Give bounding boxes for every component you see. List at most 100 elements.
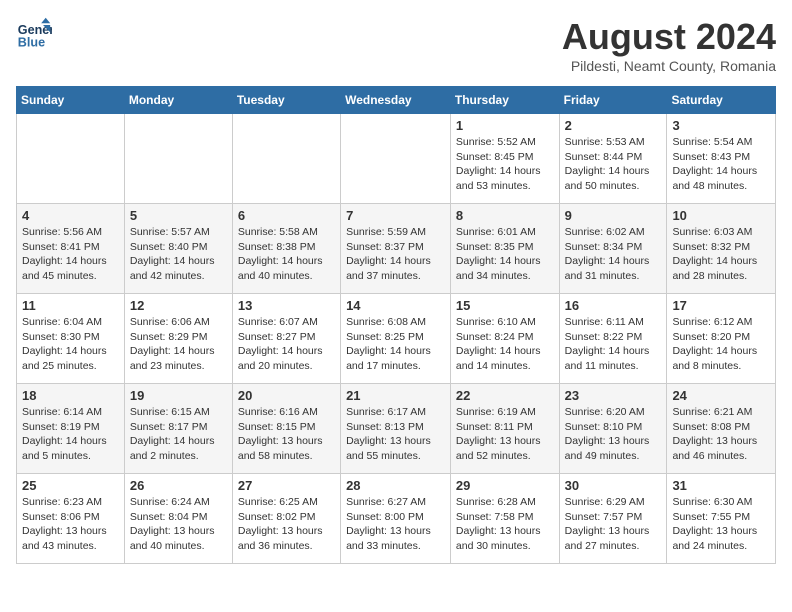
- day-number: 18: [22, 388, 119, 403]
- day-number: 23: [565, 388, 662, 403]
- day-number: 4: [22, 208, 119, 223]
- calendar-cell: 19 Sunrise: 6:15 AM Sunset: 8:17 PM Dayli…: [124, 384, 232, 474]
- calendar-cell: 13 Sunrise: 6:07 AM Sunset: 8:27 PM Dayli…: [232, 294, 340, 384]
- day-info: Sunrise: 6:29 AM Sunset: 7:57 PM Dayligh…: [565, 495, 662, 554]
- day-number: 22: [456, 388, 554, 403]
- day-info: Sunrise: 6:16 AM Sunset: 8:15 PM Dayligh…: [238, 405, 335, 464]
- weekday-header-wednesday: Wednesday: [341, 87, 451, 114]
- weekday-header-monday: Monday: [124, 87, 232, 114]
- day-info: Sunrise: 6:23 AM Sunset: 8:06 PM Dayligh…: [22, 495, 119, 554]
- calendar-cell: 23 Sunrise: 6:20 AM Sunset: 8:10 PM Dayli…: [559, 384, 667, 474]
- day-info: Sunrise: 5:58 AM Sunset: 8:38 PM Dayligh…: [238, 225, 335, 284]
- calendar-cell: 15 Sunrise: 6:10 AM Sunset: 8:24 PM Dayli…: [450, 294, 559, 384]
- calendar-cell: 30 Sunrise: 6:29 AM Sunset: 7:57 PM Dayli…: [559, 474, 667, 564]
- calendar-header: SundayMondayTuesdayWednesdayThursdayFrid…: [17, 87, 776, 114]
- day-info: Sunrise: 5:54 AM Sunset: 8:43 PM Dayligh…: [672, 135, 770, 194]
- calendar-body: 1 Sunrise: 5:52 AM Sunset: 8:45 PM Daylig…: [17, 114, 776, 564]
- calendar-cell: 25 Sunrise: 6:23 AM Sunset: 8:06 PM Dayli…: [17, 474, 125, 564]
- logo: General Blue: [16, 16, 52, 52]
- day-info: Sunrise: 6:28 AM Sunset: 7:58 PM Dayligh…: [456, 495, 554, 554]
- calendar-cell: 11Sunrise: 6:04 AM Sunset: 8:30 PM Dayli…: [17, 294, 125, 384]
- svg-text:Blue: Blue: [18, 36, 45, 50]
- day-number: 11: [22, 298, 119, 313]
- calendar-cell: 2 Sunrise: 5:53 AM Sunset: 8:44 PM Daylig…: [559, 114, 667, 204]
- day-number: 7: [346, 208, 445, 223]
- day-info: Sunrise: 6:01 AM Sunset: 8:35 PM Dayligh…: [456, 225, 554, 284]
- calendar-cell: 26Sunrise: 6:24 AM Sunset: 8:04 PM Dayli…: [124, 474, 232, 564]
- calendar-cell: 1 Sunrise: 5:52 AM Sunset: 8:45 PM Daylig…: [450, 114, 559, 204]
- calendar-cell: 16 Sunrise: 6:11 AM Sunset: 8:22 PM Dayli…: [559, 294, 667, 384]
- calendar-cell: 29 Sunrise: 6:28 AM Sunset: 7:58 PM Dayli…: [450, 474, 559, 564]
- calendar-week-1: 1 Sunrise: 5:52 AM Sunset: 8:45 PM Daylig…: [17, 114, 776, 204]
- calendar-cell: [124, 114, 232, 204]
- calendar-cell: 14 Sunrise: 6:08 AM Sunset: 8:25 PM Dayli…: [341, 294, 451, 384]
- day-info: Sunrise: 6:11 AM Sunset: 8:22 PM Dayligh…: [565, 315, 662, 374]
- day-number: 1: [456, 118, 554, 133]
- day-info: Sunrise: 5:53 AM Sunset: 8:44 PM Dayligh…: [565, 135, 662, 194]
- day-info: Sunrise: 5:52 AM Sunset: 8:45 PM Dayligh…: [456, 135, 554, 194]
- day-number: 19: [130, 388, 227, 403]
- calendar-cell: 7 Sunrise: 5:59 AM Sunset: 8:37 PM Daylig…: [341, 204, 451, 294]
- calendar-cell: 8 Sunrise: 6:01 AM Sunset: 8:35 PM Daylig…: [450, 204, 559, 294]
- calendar-week-4: 18 Sunrise: 6:14 AM Sunset: 8:19 PM Dayli…: [17, 384, 776, 474]
- day-info: Sunrise: 5:56 AM Sunset: 8:41 PM Dayligh…: [22, 225, 119, 284]
- day-info: Sunrise: 5:59 AM Sunset: 8:37 PM Dayligh…: [346, 225, 445, 284]
- day-number: 30: [565, 478, 662, 493]
- day-info: Sunrise: 6:25 AM Sunset: 8:02 PM Dayligh…: [238, 495, 335, 554]
- day-number: 5: [130, 208, 227, 223]
- calendar-cell: 22 Sunrise: 6:19 AM Sunset: 8:11 PM Dayli…: [450, 384, 559, 474]
- calendar-cell: 24Sunrise: 6:21 AM Sunset: 8:08 PM Dayli…: [667, 384, 776, 474]
- day-number: 27: [238, 478, 335, 493]
- day-number: 26: [130, 478, 227, 493]
- day-number: 29: [456, 478, 554, 493]
- day-number: 15: [456, 298, 554, 313]
- calendar-cell: 21Sunrise: 6:17 AM Sunset: 8:13 PM Dayli…: [341, 384, 451, 474]
- weekday-header-saturday: Saturday: [667, 87, 776, 114]
- day-info: Sunrise: 6:14 AM Sunset: 8:19 PM Dayligh…: [22, 405, 119, 464]
- calendar-cell: 27 Sunrise: 6:25 AM Sunset: 8:02 PM Dayli…: [232, 474, 340, 564]
- day-number: 13: [238, 298, 335, 313]
- day-number: 25: [22, 478, 119, 493]
- calendar-cell: 5Sunrise: 5:57 AM Sunset: 8:40 PM Daylig…: [124, 204, 232, 294]
- day-info: Sunrise: 6:30 AM Sunset: 7:55 PM Dayligh…: [672, 495, 770, 554]
- day-number: 20: [238, 388, 335, 403]
- day-number: 21: [346, 388, 445, 403]
- day-number: 12: [130, 298, 227, 313]
- day-number: 14: [346, 298, 445, 313]
- day-info: Sunrise: 6:27 AM Sunset: 8:00 PM Dayligh…: [346, 495, 445, 554]
- day-info: Sunrise: 6:20 AM Sunset: 8:10 PM Dayligh…: [565, 405, 662, 464]
- day-info: Sunrise: 6:12 AM Sunset: 8:20 PM Dayligh…: [672, 315, 770, 374]
- day-number: 2: [565, 118, 662, 133]
- day-number: 24: [672, 388, 770, 403]
- calendar-table: SundayMondayTuesdayWednesdayThursdayFrid…: [16, 86, 776, 564]
- calendar-week-2: 4 Sunrise: 5:56 AM Sunset: 8:41 PM Daylig…: [17, 204, 776, 294]
- day-info: Sunrise: 6:15 AM Sunset: 8:17 PM Dayligh…: [130, 405, 227, 464]
- day-info: Sunrise: 6:19 AM Sunset: 8:11 PM Dayligh…: [456, 405, 554, 464]
- day-info: Sunrise: 6:07 AM Sunset: 8:27 PM Dayligh…: [238, 315, 335, 374]
- calendar-week-5: 25 Sunrise: 6:23 AM Sunset: 8:06 PM Dayli…: [17, 474, 776, 564]
- day-number: 8: [456, 208, 554, 223]
- day-number: 17: [672, 298, 770, 313]
- calendar-cell: 9Sunrise: 6:02 AM Sunset: 8:34 PM Daylig…: [559, 204, 667, 294]
- weekday-row: SundayMondayTuesdayWednesdayThursdayFrid…: [17, 87, 776, 114]
- day-number: 31: [672, 478, 770, 493]
- logo-icon: General Blue: [16, 16, 52, 52]
- day-info: Sunrise: 6:08 AM Sunset: 8:25 PM Dayligh…: [346, 315, 445, 374]
- day-number: 3: [672, 118, 770, 133]
- weekday-header-thursday: Thursday: [450, 87, 559, 114]
- weekday-header-friday: Friday: [559, 87, 667, 114]
- calendar-cell: 20 Sunrise: 6:16 AM Sunset: 8:15 PM Dayli…: [232, 384, 340, 474]
- calendar-week-3: 11Sunrise: 6:04 AM Sunset: 8:30 PM Dayli…: [17, 294, 776, 384]
- day-number: 16: [565, 298, 662, 313]
- calendar-cell: [232, 114, 340, 204]
- calendar-cell: 4 Sunrise: 5:56 AM Sunset: 8:41 PM Daylig…: [17, 204, 125, 294]
- day-info: Sunrise: 6:03 AM Sunset: 8:32 PM Dayligh…: [672, 225, 770, 284]
- day-info: Sunrise: 6:10 AM Sunset: 8:24 PM Dayligh…: [456, 315, 554, 374]
- weekday-header-sunday: Sunday: [17, 87, 125, 114]
- calendar-cell: 3 Sunrise: 5:54 AM Sunset: 8:43 PM Daylig…: [667, 114, 776, 204]
- day-info: Sunrise: 6:06 AM Sunset: 8:29 PM Dayligh…: [130, 315, 227, 374]
- calendar-cell: 28Sunrise: 6:27 AM Sunset: 8:00 PM Dayli…: [341, 474, 451, 564]
- month-year-title: August 2024: [562, 16, 776, 58]
- calendar-cell: [17, 114, 125, 204]
- weekday-header-tuesday: Tuesday: [232, 87, 340, 114]
